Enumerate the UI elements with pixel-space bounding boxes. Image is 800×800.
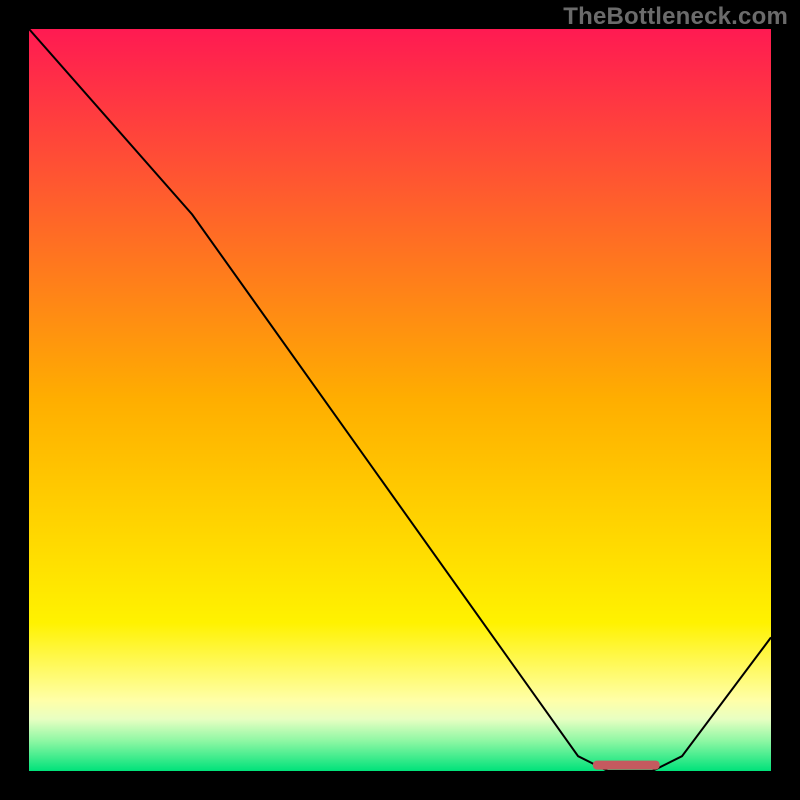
chart-frame: TheBottleneck.com: [0, 0, 800, 800]
plot-area: [29, 29, 771, 771]
gradient-background: [29, 29, 771, 771]
plot-svg: [29, 29, 771, 771]
watermark-label: TheBottleneck.com: [563, 3, 788, 31]
optimal-range-marker: [593, 761, 660, 770]
